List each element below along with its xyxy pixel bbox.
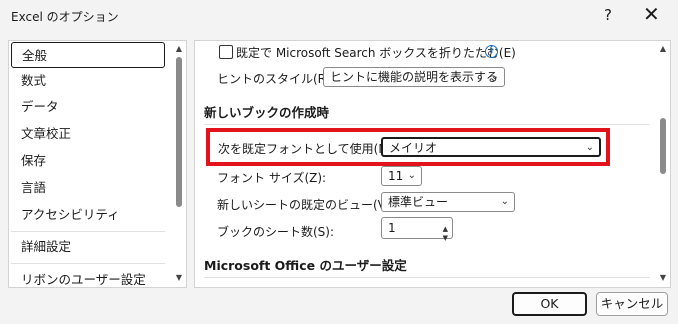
- sidebar-item-language[interactable]: 言語: [9, 175, 169, 201]
- sidebar-scrollbar[interactable]: ▲ ▼: [172, 41, 186, 287]
- cancel-button[interactable]: キャンセル: [596, 292, 668, 316]
- sidebar-scroll-thumb[interactable]: [176, 57, 182, 207]
- chevron-down-icon: ⌄: [407, 170, 416, 181]
- collapse-search-label: 既定で Microsoft Search ボックスを折りたたむ(E): [236, 46, 516, 60]
- tooltip-style-dropdown[interactable]: ヒントに機能の説明を表示する ⌄: [323, 67, 505, 87]
- sidebar-item-data[interactable]: データ: [9, 94, 169, 120]
- sheet-count-label: ブックのシート数(S):: [217, 225, 335, 239]
- sidebar-item-formulas[interactable]: 数式: [9, 68, 169, 94]
- options-category-list: 全般 数式 データ 文章校正 保存 言語 アクセシビリティ 詳細設定 リボンのユ…: [8, 40, 187, 288]
- sheet-count-value: 1: [388, 221, 396, 235]
- section-divider: [204, 277, 650, 278]
- default-font-label: 次を既定フォントとして使用(N):: [218, 142, 397, 156]
- sheet-count-spinner[interactable]: 1 ▲ ▼: [381, 217, 453, 242]
- default-font-value: メイリオ: [389, 141, 438, 155]
- scroll-down-icon[interactable]: ▼: [658, 273, 668, 283]
- font-size-label: フォント サイズ(Z):: [217, 171, 327, 185]
- options-scroll-thumb[interactable]: [660, 118, 666, 174]
- sidebar-item-general[interactable]: 全般: [11, 42, 165, 68]
- scroll-down-icon[interactable]: ▼: [174, 273, 184, 283]
- spin-down-icon[interactable]: ▼: [443, 228, 448, 248]
- window-title: Excel のオプション: [11, 10, 119, 24]
- default-font-dropdown[interactable]: メイリオ ⌄: [381, 137, 601, 157]
- sidebar-item-advanced[interactable]: 詳細設定: [9, 234, 169, 260]
- tooltip-style-value: ヒントに機能の説明を表示する: [330, 70, 499, 84]
- office-personalize-heading: Microsoft Office のユーザー設定: [204, 258, 407, 273]
- font-size-dropdown[interactable]: 11 ⌄: [381, 166, 422, 186]
- sidebar-item-proofing[interactable]: 文章校正: [9, 121, 169, 147]
- chevron-down-icon: ⌄: [490, 71, 499, 82]
- title-bar: Excel のオプション ? ✕: [0, 0, 678, 32]
- ok-button[interactable]: OK: [512, 292, 587, 316]
- new-workbook-heading: 新しいブックの作成時: [204, 105, 330, 120]
- scroll-up-icon[interactable]: ▲: [658, 44, 668, 54]
- options-scrollbar[interactable]: ▲ ▼: [656, 41, 670, 287]
- sidebar-divider: [11, 263, 165, 264]
- general-options-panel: 既定で Microsoft Search ボックスを折りたたむ(E) i ヒント…: [194, 40, 671, 288]
- sidebar-item-customize-ribbon[interactable]: リボンのユーザー設定: [9, 267, 169, 287]
- sidebar-divider: [11, 231, 165, 232]
- tooltip-style-label: ヒントのスタイル(R):: [217, 72, 335, 86]
- default-view-label: 新しいシートの既定のビュー(V):: [217, 198, 395, 212]
- default-view-value: 標準ビュー: [388, 195, 449, 209]
- default-view-dropdown[interactable]: 標準ビュー ⌄: [381, 192, 515, 212]
- section-divider: [204, 124, 650, 125]
- sidebar-item-accessibility[interactable]: アクセシビリティ: [9, 202, 169, 228]
- sidebar-item-save[interactable]: 保存: [9, 148, 169, 174]
- help-button[interactable]: ?: [604, 6, 612, 24]
- font-size-value: 11: [388, 169, 404, 183]
- collapse-search-checkbox[interactable]: [219, 45, 233, 59]
- chevron-down-icon: ⌄: [500, 196, 509, 207]
- scroll-up-icon[interactable]: ▲: [174, 44, 184, 54]
- info-icon[interactable]: i: [485, 45, 498, 58]
- chevron-down-icon: ⌄: [585, 142, 594, 153]
- close-button[interactable]: ✕: [643, 2, 660, 26]
